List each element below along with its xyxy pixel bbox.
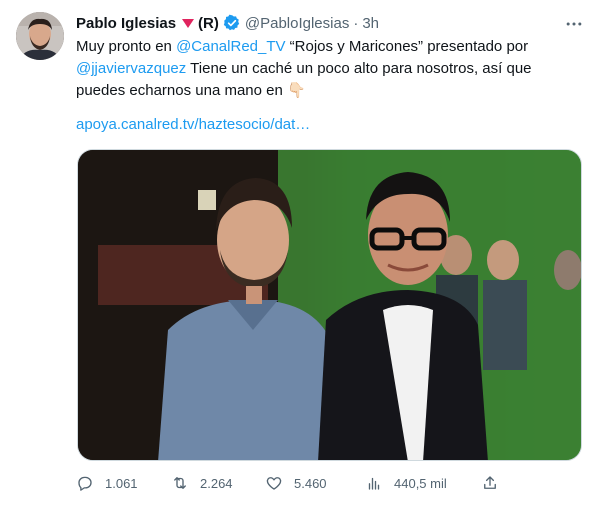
share-button[interactable] bbox=[481, 474, 499, 492]
tweet-header: Pablo Iglesias (R) @PabloIglesias · 3h bbox=[76, 12, 379, 34]
tweet-link[interactable]: apoya.canalred.tv/haztesocio/dat… bbox=[76, 116, 310, 133]
mention-jjaviervazquez[interactable]: @jjaviervazquez bbox=[76, 60, 186, 77]
tweet-text: Muy pronto en @CanalRed_TV “Rojos y Mari… bbox=[76, 36, 586, 102]
text-segment: Tiene un caché un poco alto para nosotro… bbox=[186, 60, 532, 77]
reply-count: 1.061 bbox=[105, 475, 138, 491]
tweet-photo[interactable] bbox=[77, 149, 582, 461]
mention-canalred[interactable]: @CanalRed_TV bbox=[176, 38, 285, 55]
party-tag: (R) bbox=[198, 14, 219, 32]
timestamp[interactable]: 3h bbox=[362, 15, 379, 32]
retweet-icon bbox=[174, 477, 186, 489]
pointing-down-emoji: 👇🏻 bbox=[287, 82, 306, 99]
reply-icon bbox=[78, 476, 92, 491]
retweet-button[interactable]: 2.264 bbox=[171, 474, 233, 492]
views-count: 440,5 mil bbox=[394, 475, 447, 491]
tweet[interactable]: Pablo Iglesias (R) @PabloIglesias · 3h M… bbox=[0, 0, 600, 508]
like-count: 5.460 bbox=[294, 475, 327, 491]
share-icon bbox=[484, 476, 496, 489]
action-bar: 1.061 2.264 5.460 440,5 mil bbox=[76, 470, 586, 496]
author-handle[interactable]: @PabloIglesias bbox=[245, 15, 349, 32]
views-button[interactable]: 440,5 mil bbox=[365, 474, 447, 492]
separator-dot: · bbox=[353, 14, 359, 32]
verified-badge-icon bbox=[223, 14, 241, 32]
text-segment: “Rojos y Maricones” presentado por bbox=[285, 38, 529, 55]
more-icon[interactable] bbox=[562, 12, 586, 36]
retweet-count: 2.264 bbox=[200, 475, 233, 491]
like-icon bbox=[266, 477, 282, 490]
text-segment: puedes echarnos una mano en bbox=[76, 82, 283, 99]
party-triangle-icon bbox=[182, 18, 195, 28]
avatar[interactable] bbox=[16, 12, 64, 60]
text-segment: Muy pronto en bbox=[76, 38, 177, 55]
reply-button[interactable]: 1.061 bbox=[76, 474, 138, 492]
views-icon bbox=[368, 477, 380, 490]
author-name[interactable]: Pablo Iglesias bbox=[76, 15, 176, 32]
like-button[interactable]: 5.460 bbox=[265, 474, 327, 492]
